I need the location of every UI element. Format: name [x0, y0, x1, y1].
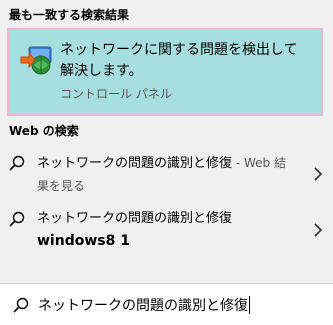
- search-box[interactable]: ネットワークの問題の識別と修復: [0, 283, 333, 325]
- web-result-1[interactable]: ネットワークの問題の識別と修復 - Web 結果を見る: [0, 148, 333, 200]
- chevron-right-icon[interactable]: [313, 222, 323, 237]
- search-input[interactable]: ネットワークの問題の識別と修復: [38, 295, 250, 315]
- web-result-1-text: ネットワークの問題の識別と修復 - Web 結果を見る: [37, 152, 297, 198]
- web-result-1-query: ネットワークの問題の識別と修復: [37, 156, 233, 171]
- search-input-value: ネットワークの問題の識別と修復: [38, 298, 248, 314]
- search-results-panel: 最も一致する検索結果 ネットワークに関する問題を検出して解決します。 コントロー…: [0, 0, 333, 325]
- text-caret: [249, 296, 250, 314]
- network-troubleshooter-icon: [19, 43, 53, 77]
- chevron-right-icon[interactable]: [313, 166, 323, 181]
- web-result-2[interactable]: ネットワークの問題の識別と修復 windows8 1: [0, 204, 333, 256]
- search-icon: [12, 296, 30, 314]
- search-icon: [8, 210, 26, 228]
- web-result-2-query: ネットワークの問題の識別と修復: [37, 211, 233, 226]
- best-match-subtitle: コントロール パネル: [60, 87, 172, 101]
- web-result-2-text: ネットワークの問題の識別と修復 windows8 1: [37, 208, 297, 252]
- best-match-header: 最も一致する検索結果: [9, 8, 130, 22]
- web-result-2-second-line: windows8 1: [37, 233, 130, 249]
- best-match-title: ネットワークに関する問題を検出して解決します。: [60, 42, 298, 79]
- web-search-header: Web の検索: [9, 124, 79, 138]
- best-match-result[interactable]: ネットワークに関する問題を検出して解決します。 コントロール パネル: [7, 28, 323, 116]
- search-icon: [8, 154, 26, 172]
